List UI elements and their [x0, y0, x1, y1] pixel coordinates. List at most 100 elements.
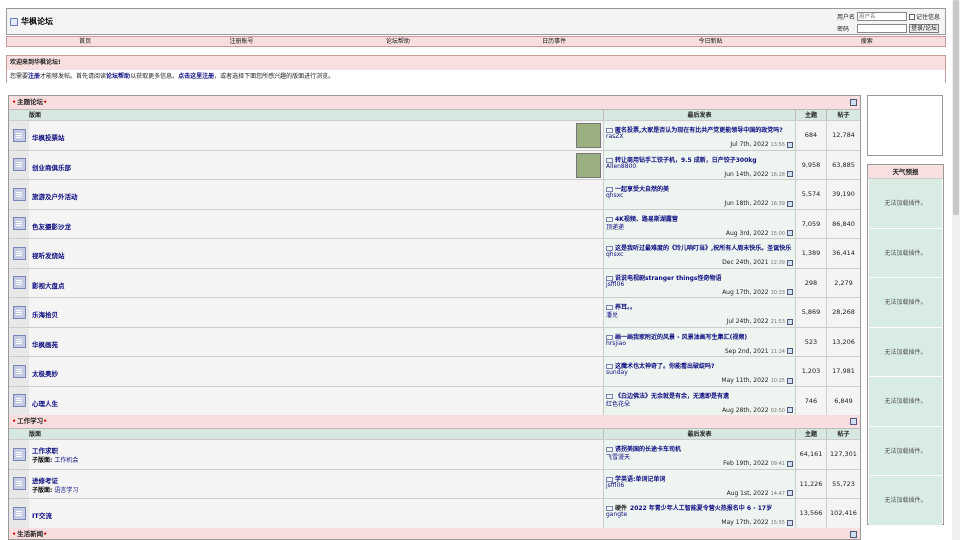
- last-post-author[interactable]: 顶递递: [606, 222, 624, 231]
- last-post-title[interactable]: 匿名投票,大家是否认为现在有比共产党更能领导中国的政党吗?: [606, 125, 792, 134]
- last-post-date: Dec 24th, 2021 22:39: [722, 259, 793, 266]
- forum-name-link[interactable]: 进修考证: [32, 475, 58, 485]
- last-post-title[interactable]: 画一画我家附近的风景 - 风景油画写生集汇(视频): [606, 332, 792, 341]
- forum-name-link[interactable]: 乐海拾贝: [32, 309, 58, 319]
- last-post-title[interactable]: 养耳。。: [606, 302, 792, 311]
- scrollbar-thumb[interactable]: [953, 0, 959, 215]
- nav-item[interactable]: 首页: [7, 37, 163, 46]
- subforum-link[interactable]: 工作机会: [54, 457, 78, 464]
- topic-count: 64,161: [795, 440, 826, 469]
- forum-row: 工作求职 子版面: 工作机会 诱拐美国的长途卡车司机 飞雪漫天 Feb 19th, 202…: [9, 439, 860, 469]
- section-header[interactable]: •生活新闻•: [9, 527, 860, 539]
- nav-item[interactable]: 今日新贴: [632, 37, 788, 46]
- forum-icon-cell: [9, 469, 29, 498]
- last-post-title-text[interactable]: 说说电视剧stranger things怪奇物语: [615, 275, 721, 282]
- last-post-title[interactable]: 这是我听过最难度的《玲儿响叮当》,祝所有人周末快乐。圣诞快乐: [606, 243, 792, 252]
- password-input[interactable]: [857, 24, 907, 33]
- last-post-title-text[interactable]: 这是我听过最难度的《玲儿响叮当》,祝所有人周末快乐。圣诞快乐: [615, 245, 791, 252]
- go-to-post-icon[interactable]: [787, 259, 793, 266]
- forum-name-link[interactable]: 工作求职: [32, 445, 58, 455]
- last-post-author[interactable]: 潘兑: [606, 310, 618, 319]
- forum-name-link[interactable]: 影视大盘点: [32, 280, 65, 290]
- go-to-post-icon[interactable]: [787, 141, 793, 148]
- bullet-icon: •: [12, 417, 17, 425]
- go-to-post-icon[interactable]: [787, 348, 793, 354]
- column-forum: 版面: [29, 431, 42, 438]
- section-title[interactable]: 主题论坛: [17, 98, 43, 106]
- last-post-title[interactable]: 一起享受大自然的美: [606, 184, 792, 193]
- section-header[interactable]: •主题论坛•: [9, 96, 860, 109]
- last-post-author[interactable]: gangte: [606, 511, 627, 518]
- username-input[interactable]: [857, 12, 907, 21]
- forum-name-link[interactable]: 创业商俱乐部: [32, 162, 71, 172]
- forum-name-link[interactable]: 色友摄影沙龙: [32, 221, 71, 231]
- last-post-title[interactable]: 学英语:单词记单词: [606, 474, 792, 483]
- last-post-author[interactable]: 红色花朵: [606, 399, 630, 408]
- go-to-post-icon[interactable]: [787, 519, 793, 526]
- forum-name-link[interactable]: 旅游及户外活动: [32, 191, 78, 201]
- forum-name-link[interactable]: 华枫投票站: [32, 132, 65, 142]
- forum-name-link[interactable]: 视听发烧站: [32, 250, 65, 260]
- nav-item[interactable]: 日历事件: [476, 37, 632, 46]
- last-post-title[interactable]: 4K视频、路易斯湖露营: [606, 214, 792, 223]
- last-post-title-text[interactable]: 2022 年青少年人工智能夏令营火热报名中 6 - 17岁: [630, 505, 772, 512]
- date-text: Jul 24th, 2022: [726, 318, 769, 325]
- nav-item[interactable]: 搜索: [789, 37, 945, 46]
- forum-thumbnail[interactable]: [576, 123, 601, 148]
- last-post-author[interactable]: hrsjiao: [606, 340, 626, 347]
- go-to-post-icon[interactable]: [787, 318, 793, 325]
- forum-name-link[interactable]: 华枫画苑: [32, 339, 58, 349]
- last-post-title-text[interactable]: 这魔术也太神奇了。你能看出破绽吗?: [615, 363, 714, 370]
- forum-icon: [12, 305, 26, 319]
- last-post-title[interactable]: 诱拐美国的长途卡车司机: [606, 444, 792, 453]
- nav-item[interactable]: 论坛帮助: [320, 37, 476, 46]
- last-post-author[interactable]: jsffl06: [606, 281, 624, 288]
- last-post-author[interactable]: qhsxc: [606, 251, 623, 258]
- section-header[interactable]: •工作学习•: [9, 415, 860, 428]
- forum-name-link[interactable]: IT交流: [32, 510, 52, 520]
- go-to-post-icon[interactable]: [787, 377, 793, 384]
- login-button[interactable]: 登录/论坛: [909, 24, 939, 33]
- last-post-title[interactable]: 说说电视剧stranger things怪奇物语: [606, 273, 792, 282]
- forum-icon: [12, 128, 26, 142]
- collapse-icon[interactable]: [850, 418, 857, 425]
- site-logo[interactable]: 华枫论坛: [10, 16, 53, 27]
- go-to-post-icon[interactable]: [787, 230, 793, 236]
- last-post-author[interactable]: Allen8800: [606, 163, 636, 170]
- last-post-title[interactable]: 这魔术也太神奇了。你能看出破绽吗?: [606, 361, 792, 370]
- help-link[interactable]: 论坛帮助: [106, 73, 130, 80]
- last-post-title[interactable]: 《白边佛法》无余就是有余，无遗即是有遗: [606, 391, 792, 400]
- last-post-title-text[interactable]: 4K视频、路易斯湖露营: [615, 216, 678, 223]
- nav-item[interactable]: 注册账号: [163, 37, 319, 46]
- last-post-title-text[interactable]: 画一画我家附近的风景 - 风景油画写生集汇(视频): [615, 334, 747, 341]
- last-post-title-text[interactable]: 转让商用钻手工饺子机，9.5 成新，日产饺子300kg: [615, 157, 757, 164]
- forum-name-link[interactable]: 太极奥妙: [32, 368, 58, 378]
- register-link[interactable]: 注册: [28, 73, 40, 80]
- last-post-author[interactable]: rasZX: [606, 133, 624, 140]
- go-to-post-icon[interactable]: [787, 407, 793, 413]
- checkbox-icon[interactable]: [909, 13, 915, 20]
- forum-name-link[interactable]: 心理人生: [32, 398, 58, 408]
- section-title[interactable]: 工作学习: [17, 417, 43, 425]
- collapse-icon[interactable]: [850, 99, 857, 106]
- column-last-post: 最后发表: [603, 429, 795, 439]
- go-to-post-icon[interactable]: [787, 200, 793, 207]
- go-to-post-icon[interactable]: [787, 289, 793, 295]
- section-title[interactable]: 生活新闻: [17, 530, 43, 538]
- last-post-author[interactable]: sunday: [606, 369, 628, 376]
- collapse-icon[interactable]: [850, 530, 857, 538]
- last-post-author[interactable]: 飞雪漫天: [606, 452, 630, 461]
- last-post-title-text[interactable]: 养耳。。: [615, 304, 636, 311]
- go-register-link[interactable]: 点击这里注册: [178, 73, 214, 80]
- last-post-title[interactable]: 硬件 2022 年青少年人工智能夏令营火热报名中 6 - 17岁: [606, 503, 792, 512]
- last-post-title-text[interactable]: 《白边佛法》无余就是有余，无遗即是有遗: [615, 393, 729, 400]
- go-to-post-icon[interactable]: [787, 171, 793, 177]
- forum-thumbnail[interactable]: [576, 152, 601, 178]
- last-post-author[interactable]: jsffl06: [606, 482, 624, 489]
- subforum-link[interactable]: 语言学习: [54, 487, 78, 494]
- go-to-post-icon[interactable]: [787, 460, 793, 467]
- remember-checkbox[interactable]: 记住信息: [909, 12, 940, 21]
- go-to-post-icon[interactable]: [787, 490, 793, 496]
- last-post-author[interactable]: qhsxc: [606, 192, 623, 199]
- last-post-title-text[interactable]: 匿名投票,大家是否认为现在有比共产党更能领导中国的政党吗?: [615, 127, 783, 134]
